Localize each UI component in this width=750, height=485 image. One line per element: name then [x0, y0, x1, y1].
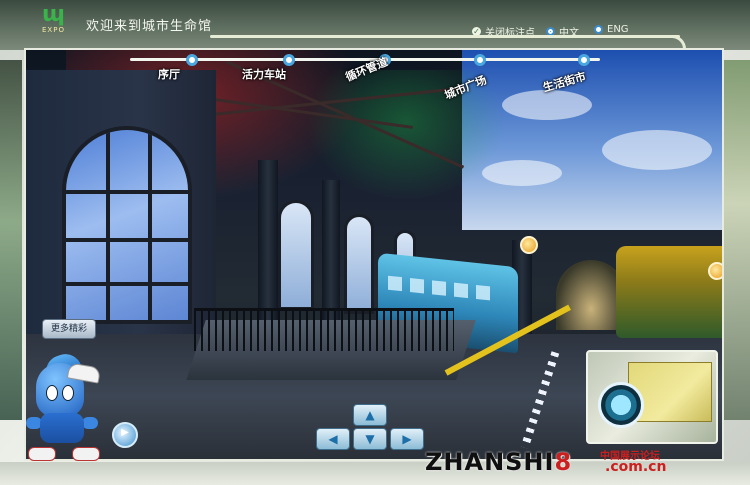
window-mullion	[66, 238, 188, 242]
window-mullion	[106, 130, 110, 320]
hotspot-marker-icon[interactable]	[520, 236, 538, 254]
mascot-shoe	[72, 447, 100, 461]
arched-window	[278, 200, 314, 310]
minimap[interactable]	[586, 350, 718, 444]
nav-item-lobby[interactable]: 序厅	[158, 66, 180, 82]
train-window	[410, 278, 424, 294]
radio-unselected-icon	[594, 25, 603, 34]
yellow-train	[616, 246, 722, 338]
platform-railing	[194, 308, 454, 351]
lang-english-label: ENG	[607, 24, 629, 35]
move-down-button[interactable]: ▼	[353, 428, 387, 450]
compass-icon[interactable]	[598, 382, 644, 428]
header-divider-line	[210, 35, 680, 38]
arrow-down-icon: ▼	[365, 432, 375, 446]
logo-text: EXPO	[42, 26, 65, 34]
more-button[interactable]: 更多精彩	[42, 319, 96, 339]
nav-node-icon[interactable]	[474, 54, 486, 66]
expo-logo: ɰ EXPO	[38, 4, 78, 42]
arrow-left-icon: ◀	[328, 432, 338, 446]
turn-right-button[interactable]: ▶	[390, 428, 424, 450]
app-window: ɰ EXPO 欢迎来到城市生命馆 ✓ 关闭标注点 中文 ENG 序厅 活力车站 …	[0, 0, 750, 485]
train-window	[476, 284, 490, 301]
arched-window	[344, 214, 374, 314]
lang-option-english[interactable]: ENG	[594, 24, 629, 35]
window-mullion	[66, 282, 188, 286]
nav-node-icon[interactable]	[283, 54, 295, 66]
play-button[interactable]: ▶	[112, 422, 138, 448]
mascot-arm	[82, 417, 98, 429]
watermark-number: 8	[554, 448, 573, 476]
watermark-domain: .com.cn	[605, 459, 667, 475]
turn-left-button[interactable]: ◀	[316, 428, 350, 450]
mascot-shoe	[28, 447, 56, 461]
right-side-panel	[724, 60, 750, 420]
mascot-body	[40, 413, 84, 443]
nav-node-icon[interactable]	[186, 54, 198, 66]
arrow-right-icon: ▶	[402, 432, 412, 446]
mascot-eye	[46, 385, 58, 401]
arrow-up-icon: ▲	[365, 408, 375, 422]
nav-node-icon[interactable]	[578, 54, 590, 66]
welcome-title: 欢迎来到城市生命馆	[86, 19, 213, 34]
top-bar: ɰ EXPO 欢迎来到城市生命馆 ✓ 关闭标注点 中文 ENG	[0, 0, 750, 50]
mascot-eye	[62, 385, 74, 401]
cloud	[602, 130, 712, 170]
nav-item-station[interactable]: 活力车站	[242, 66, 286, 82]
expo-logo-icon: ɰ	[42, 2, 65, 27]
watermark-logo: ZHANSHI8	[425, 448, 572, 476]
watermark-brand: ZHANSHI	[425, 448, 555, 476]
arched-window	[62, 126, 192, 324]
haibao-mascot[interactable]	[14, 349, 114, 465]
window-mullion	[148, 130, 152, 320]
play-icon: ▶	[121, 427, 129, 438]
hotspot-marker-icon[interactable]	[708, 262, 722, 280]
train-window	[454, 282, 468, 299]
train-window	[388, 275, 402, 292]
window-mullion	[66, 190, 188, 194]
move-up-button[interactable]: ▲	[353, 404, 387, 426]
train-window	[432, 280, 446, 296]
